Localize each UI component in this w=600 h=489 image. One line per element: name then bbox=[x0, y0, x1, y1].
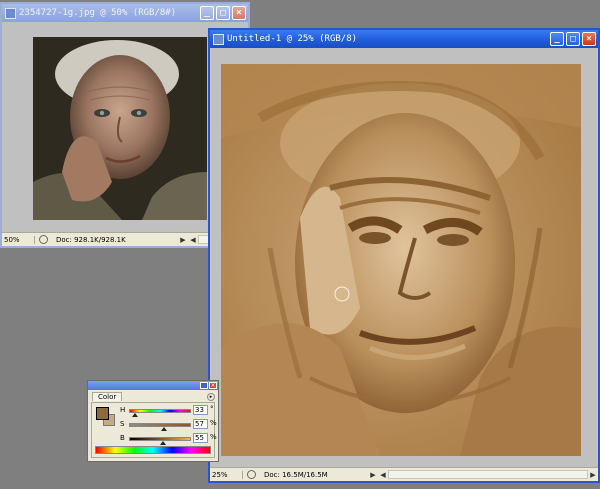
palette-menu-icon[interactable]: ▸ bbox=[207, 393, 215, 401]
scroll-right-arrow-icon[interactable]: ▶ bbox=[368, 471, 378, 479]
painting-canvas-area[interactable] bbox=[210, 48, 598, 467]
palette-titlebar[interactable]: _ × bbox=[88, 381, 218, 390]
brightness-slider-row: B 55 % bbox=[120, 433, 217, 445]
maximize-button[interactable]: □ bbox=[566, 32, 580, 46]
hue-slider-row: H 33 ° bbox=[120, 405, 217, 417]
zoom-field[interactable]: 25% bbox=[210, 470, 243, 479]
photoshop-doc-icon bbox=[213, 33, 224, 45]
color-spectrum-bar[interactable] bbox=[95, 446, 211, 454]
scroll-left-arrow-icon[interactable]: ◀ bbox=[188, 236, 198, 244]
canvas-statusbar: 25% Doc: 16.5M/16.5M ▶ ◀ ▶ bbox=[210, 467, 598, 481]
palette-body: H 33 ° S 57 % B 55 % bbox=[91, 402, 217, 458]
palette-minimize-button[interactable]: _ bbox=[200, 382, 208, 389]
status-info-icon[interactable] bbox=[247, 470, 256, 479]
scroll-right-arrow-icon[interactable]: ▶ bbox=[588, 471, 598, 479]
photoshop-doc-icon bbox=[5, 7, 16, 19]
minimize-button[interactable]: _ bbox=[200, 6, 214, 20]
hue-value-field[interactable]: 33 bbox=[193, 405, 208, 415]
scroll-right-arrow-icon[interactable]: ▶ bbox=[178, 236, 188, 244]
maximize-button[interactable]: □ bbox=[216, 6, 230, 20]
palette-close-button[interactable]: × bbox=[209, 382, 217, 389]
status-info-icon[interactable] bbox=[39, 235, 48, 244]
saturation-slider[interactable] bbox=[129, 423, 191, 427]
canvas-window-title: Untitled-1 @ 25% (RGB/8) bbox=[227, 34, 358, 44]
reference-window-title: 2354727-1g.jpg @ 50% (RGB/8#) bbox=[19, 8, 177, 18]
color-palette[interactable]: _ × Color ▸ H 33 ° S 57 % B 55 % bbox=[87, 380, 219, 462]
hue-label: H bbox=[120, 406, 126, 414]
doc-size-info: Doc: 928.1K/928.1K bbox=[56, 235, 126, 244]
tab-color[interactable]: Color bbox=[92, 392, 123, 401]
hue-slider-thumb[interactable] bbox=[131, 413, 138, 417]
saturation-label: S bbox=[120, 420, 125, 428]
sepia-painting[interactable] bbox=[210, 48, 598, 467]
close-button[interactable]: × bbox=[232, 6, 246, 20]
brightness-label: B bbox=[120, 434, 125, 442]
saturation-unit: % bbox=[210, 419, 217, 427]
saturation-slider-thumb[interactable] bbox=[161, 427, 168, 431]
hue-slider[interactable] bbox=[129, 409, 191, 413]
canvas-window[interactable]: Untitled-1 @ 25% (RGB/8) _ □ × 25% Doc: … bbox=[208, 28, 600, 483]
doc-size-info: Doc: 16.5M/16.5M bbox=[264, 470, 328, 479]
reference-window-titlebar[interactable]: 2354727-1g.jpg @ 50% (RGB/8#) _ □ × bbox=[2, 4, 248, 22]
brightness-value-field[interactable]: 55 bbox=[193, 433, 208, 443]
close-button[interactable]: × bbox=[582, 32, 596, 46]
brightness-slider-thumb[interactable] bbox=[160, 441, 167, 445]
hue-unit: ° bbox=[210, 405, 214, 413]
canvas-window-titlebar[interactable]: Untitled-1 @ 25% (RGB/8) _ □ × bbox=[210, 30, 598, 48]
brightness-unit: % bbox=[210, 433, 217, 441]
foreground-color-swatch[interactable] bbox=[96, 407, 109, 420]
scroll-left-arrow-icon[interactable]: ◀ bbox=[378, 471, 388, 479]
saturation-value-field[interactable]: 57 bbox=[193, 419, 208, 429]
minimize-button[interactable]: _ bbox=[550, 32, 564, 46]
horizontal-scrollbar[interactable] bbox=[388, 470, 588, 479]
zoom-field[interactable]: 50% bbox=[2, 235, 35, 244]
saturation-slider-row: S 57 % bbox=[120, 419, 217, 431]
